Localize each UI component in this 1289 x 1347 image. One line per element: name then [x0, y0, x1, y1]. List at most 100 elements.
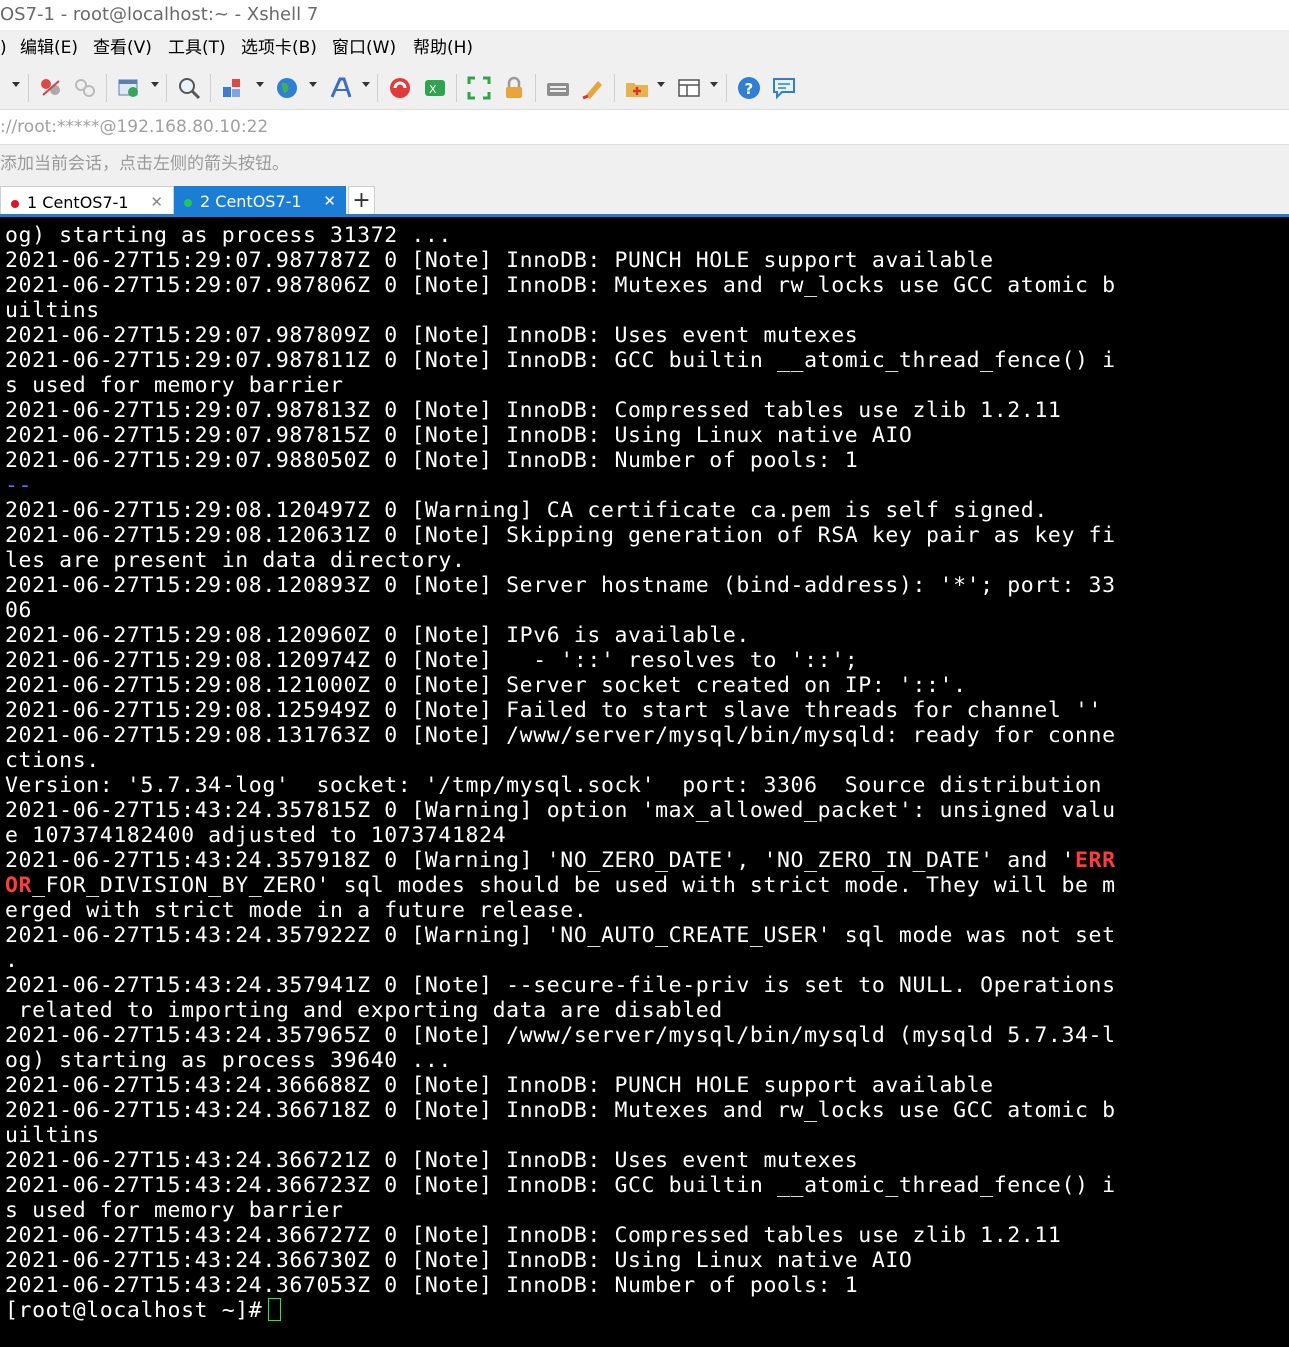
chevron-down-icon[interactable] — [362, 82, 370, 87]
terminal-line: 2021-06-27T15:43:24.366727Z 0 [Note] Inn… — [5, 1223, 1062, 1248]
keyboard-icon[interactable] — [545, 75, 571, 101]
terminal-line: 2021-06-27T15:29:07.987787Z 0 [Note] Inn… — [5, 248, 994, 273]
toolbar-separator — [535, 74, 536, 102]
terminal-line: . — [5, 948, 19, 973]
cursor-icon — [268, 1298, 282, 1321]
toolbar-separator — [106, 74, 107, 102]
terminal-line: 2021-06-27T15:29:07.987811Z 0 [Note] Inn… — [5, 348, 1116, 373]
terminal-line: 06 — [5, 598, 33, 623]
terminal-line: 2021-06-27T15:43:24.357815Z 0 [Warning] … — [5, 798, 1116, 823]
chevron-down-icon[interactable] — [256, 82, 264, 87]
terminal-line: 2021-06-27T15:43:24.366718Z 0 [Note] Inn… — [5, 1098, 1116, 1123]
menu-edit[interactable]: 编辑(E) — [18, 30, 80, 66]
session-hint-text: 添加当前会话，点击左侧的箭头按钮。 — [0, 154, 289, 174]
terminal-line: 2021-06-27T15:43:24.357941Z 0 [Note] --s… — [5, 973, 1116, 998]
address-input[interactable]: ://root:*****@192.168.80.10:22 — [0, 110, 268, 144]
terminal-line: 2021-06-27T15:29:07.987815Z 0 [Note] Inn… — [5, 423, 913, 448]
terminal-line: 2021-06-27T15:43:24.357922Z 0 [Warning] … — [5, 923, 1116, 948]
toolbar-separator — [377, 74, 378, 102]
menu-help[interactable]: 帮助(H) — [411, 30, 475, 66]
lock-icon[interactable] — [501, 75, 527, 101]
reconnect-icon[interactable] — [72, 75, 98, 101]
terminal-line: uiltins — [5, 298, 100, 323]
new-tab-button[interactable]: + — [348, 186, 375, 217]
terminal-line: 2021-06-27T15:29:07.988050Z 0 [Note] Inn… — [5, 448, 859, 473]
shell-prompt[interactable]: [root@localhost ~]# — [5, 1298, 1116, 1323]
highlight-icon[interactable] — [580, 75, 606, 101]
terminal-line: og) starting as process 39640 ... — [5, 1048, 452, 1073]
status-dot-icon — [11, 200, 19, 208]
svg-text:?: ? — [745, 80, 754, 98]
session-properties-icon[interactable] — [116, 75, 142, 101]
tab-session-2[interactable]: 2 CentOS7-1 ✕ — [174, 186, 346, 217]
chevron-down-icon[interactable] — [151, 82, 159, 87]
terminal-line: 2021-06-27T15:43:24.366721Z 0 [Note] Inn… — [5, 1148, 859, 1173]
terminal-line: 2021-06-27T15:43:24.366730Z 0 [Note] Inn… — [5, 1248, 913, 1273]
terminal-line: og) starting as process 31372 ... — [5, 223, 452, 248]
terminal-line: e 107374182400 adjusted to 1073741824 — [5, 823, 507, 848]
terminal-line: 2021-06-27T15:29:07.987806Z 0 [Note] Inn… — [5, 273, 1116, 298]
find-icon[interactable] — [176, 75, 202, 101]
chat-icon[interactable] — [771, 75, 797, 101]
new-session-dropdown-icon[interactable] — [12, 82, 20, 87]
terminal-line: 2021-06-27T15:29:08.120497Z 0 [Warning] … — [5, 498, 1048, 523]
chevron-down-icon[interactable] — [657, 82, 665, 87]
menu-view[interactable]: 查看(V) — [91, 30, 154, 66]
session-hint-bar: 添加当前会话，点击左侧的箭头按钮。 — [0, 145, 1289, 183]
toolbar-separator — [726, 74, 727, 102]
terminal-line: 2021-06-27T15:43:24.366688Z 0 [Note] Inn… — [5, 1073, 994, 1098]
terminal-line: erged with strict mode in a future relea… — [5, 898, 588, 923]
chevron-down-icon[interactable] — [710, 82, 718, 87]
terminal-line: Version: '5.7.34-log' socket: '/tmp/mysq… — [5, 773, 1103, 798]
toolbar-separator — [614, 74, 615, 102]
transfer-icon[interactable] — [220, 75, 246, 101]
tab-bar: 1 CentOS7-1 ✕ 2 CentOS7-1 ✕ + — [0, 183, 1289, 218]
compose-icon[interactable] — [624, 75, 650, 101]
terminal-line: 2021-06-27T15:29:07.987813Z 0 [Note] Inn… — [5, 398, 1062, 423]
terminal-line: 2021-06-27T15:29:08.120893Z 0 [Note] Ser… — [5, 573, 1116, 598]
terminal-line: related to importing and exporting data … — [5, 998, 723, 1023]
chevron-down-icon[interactable] — [309, 82, 317, 87]
globe-icon[interactable] — [274, 75, 300, 101]
toolbar-separator — [28, 74, 29, 102]
menu-tabs[interactable]: 选项卡(B) — [239, 30, 319, 66]
toolbar-separator — [456, 74, 457, 102]
terminal-line: OR_FOR_DIVISION_BY_ZERO' sql modes shoul… — [5, 873, 1116, 898]
toolbar-separator — [166, 74, 167, 102]
svg-text:X: X — [429, 83, 437, 96]
menu-file-fragment[interactable]: ) — [0, 30, 9, 66]
terminal-line: ctions. — [5, 748, 100, 773]
terminal-line: 2021-06-27T15:29:08.120960Z 0 [Note] IPv… — [5, 623, 750, 648]
terminal-line: s used for memory barrier — [5, 373, 344, 398]
terminal-line: 2021-06-27T15:29:08.125949Z 0 [Note] Fai… — [5, 698, 1103, 723]
disconnect-icon[interactable] — [38, 75, 64, 101]
menu-bar: ) 编辑(E) 查看(V) 工具(T) 选项卡(B) 窗口(W) 帮助(H) — [0, 30, 1289, 66]
terminal-line: 2021-06-27T15:29:07.987809Z 0 [Note] Inn… — [5, 323, 859, 348]
toolbar-separator — [210, 74, 211, 102]
xftp-icon[interactable] — [387, 75, 413, 101]
terminal-line: 2021-06-27T15:29:08.120974Z 0 [Note] - '… — [5, 648, 859, 673]
xmanager-icon[interactable]: X — [422, 75, 448, 101]
terminal-output: og) starting as process 31372 ... 2021-06… — [5, 223, 1116, 1323]
layout-icon[interactable] — [676, 75, 702, 101]
terminal-line: 2021-06-27T15:43:24.357965Z 0 [Note] /ww… — [5, 1023, 1116, 1048]
fullscreen-icon[interactable] — [466, 75, 492, 101]
terminal-line: 2021-06-27T15:29:08.121000Z 0 [Note] Ser… — [5, 673, 967, 698]
window-title: OS7-1 - root@localhost:~ - Xshell 7 — [0, 4, 319, 25]
help-icon[interactable]: ? — [736, 75, 762, 101]
terminal-line: s used for memory barrier — [5, 1198, 344, 1223]
window-titlebar: OS7-1 - root@localhost:~ - Xshell 7 — [0, 0, 1289, 30]
terminal-line: uiltins — [5, 1123, 100, 1148]
terminal-line: -- — [5, 473, 33, 498]
close-icon[interactable]: ✕ — [323, 186, 336, 217]
menu-window[interactable]: 窗口(W) — [330, 30, 398, 66]
menu-tools[interactable]: 工具(T) — [166, 30, 228, 66]
terminal-line: 2021-06-27T15:43:24.357918Z 0 [Warning] … — [5, 848, 1116, 873]
terminal-pane[interactable]: og) starting as process 31372 ... 2021-06… — [0, 217, 1289, 1347]
terminal-line: les are present in data directory. — [5, 548, 466, 573]
prompt-text: [root@localhost ~]# — [5, 1298, 263, 1323]
font-icon[interactable] — [328, 75, 354, 101]
address-bar[interactable]: ://root:*****@192.168.80.10:22 — [0, 110, 1289, 145]
terminal-line: 2021-06-27T15:29:08.120631Z 0 [Note] Ski… — [5, 523, 1116, 548]
status-dot-icon — [184, 199, 192, 207]
